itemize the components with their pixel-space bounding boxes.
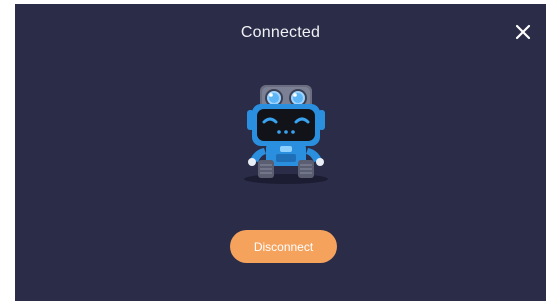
disconnect-button[interactable]: Disconnect [230,230,337,263]
connection-dialog: Connected Disconnect [15,4,546,301]
close-button[interactable] [514,23,532,41]
robot-icon [244,85,328,184]
close-icon [515,24,531,40]
dialog-title: Connected [240,24,321,41]
